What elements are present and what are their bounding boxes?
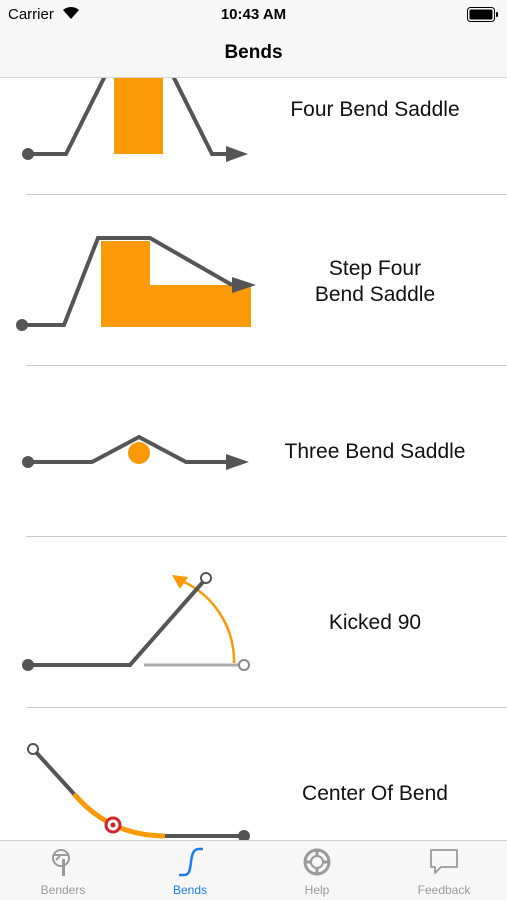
bend-label: Kicked 90 xyxy=(328,611,422,634)
bend-label: Center Of Bend xyxy=(302,782,448,805)
bend-label: Step Four Bend Saddle xyxy=(314,257,436,306)
battery-icon xyxy=(467,7,498,22)
tab-bar: Benders Bends Help Feedback xyxy=(0,840,507,900)
step-four-bend-saddle-icon xyxy=(16,236,256,331)
tab-bends[interactable]: Bends xyxy=(127,841,253,900)
bends-list[interactable]: Four Bend Saddle Step Four Bend Saddle T… xyxy=(0,0,507,900)
tab-label: Feedback xyxy=(417,883,471,897)
tab-benders[interactable]: Benders xyxy=(0,841,126,900)
speech-bubble-icon xyxy=(430,849,458,874)
bend-label: Four Bend Saddle xyxy=(290,98,460,121)
navigation-bar: Bends xyxy=(0,30,507,78)
bend-label: Three Bend Saddle xyxy=(284,440,466,463)
bender-tool-icon xyxy=(52,849,70,876)
tab-label: Help xyxy=(304,883,330,897)
kicked-90-icon xyxy=(22,572,250,671)
tab-label: Benders xyxy=(40,883,86,897)
tab-label: Bends xyxy=(172,883,208,897)
tab-feedback[interactable]: Feedback xyxy=(381,841,507,900)
bend-curve-icon xyxy=(179,847,203,877)
list-item-step-four-bend-saddle[interactable]: Step Four Bend Saddle xyxy=(0,195,507,366)
status-time: 10:43 AM xyxy=(220,6,287,23)
tab-help[interactable]: Help xyxy=(254,841,380,900)
page-title: Bends xyxy=(224,42,283,63)
list-item-three-bend-saddle[interactable]: Three Bend Saddle xyxy=(0,366,507,537)
status-bar: Carrier 10:43 AM xyxy=(0,0,507,30)
three-bend-saddle-icon xyxy=(22,434,249,470)
list-item-kicked-90[interactable]: Kicked 90 xyxy=(0,537,507,708)
lifebuoy-icon xyxy=(303,848,331,876)
